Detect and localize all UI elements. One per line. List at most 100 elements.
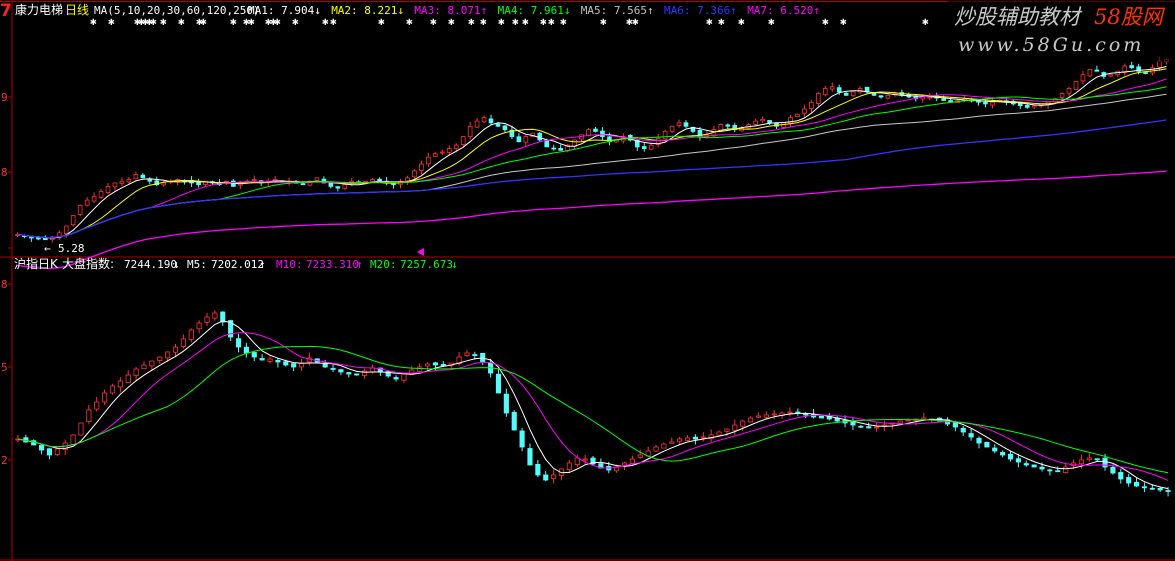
top-candle-body[interactable] <box>558 148 563 151</box>
bottom-candle-body[interactable] <box>716 431 722 436</box>
bottom-candle-body[interactable] <box>818 415 825 419</box>
top-candle-body[interactable] <box>474 120 480 128</box>
bottom-candle-body[interactable] <box>243 346 249 354</box>
top-candle-body[interactable] <box>1108 74 1114 77</box>
bottom-candle-body[interactable] <box>1165 490 1171 492</box>
top-candle-body[interactable] <box>795 113 800 118</box>
bottom-candle-body[interactable] <box>684 437 691 441</box>
top-candle-body[interactable] <box>342 184 348 189</box>
bottom-candle-body[interactable] <box>70 434 76 445</box>
bottom-candle-body[interactable] <box>952 422 958 428</box>
top-candle-body[interactable] <box>641 146 647 149</box>
bottom-candle-body[interactable] <box>960 427 966 433</box>
top-candle-body[interactable] <box>676 122 682 126</box>
top-candle-body[interactable] <box>760 118 765 122</box>
bottom-candle-body[interactable] <box>1031 464 1037 468</box>
bottom-candle-body[interactable] <box>1118 472 1124 480</box>
bottom-candle-body[interactable] <box>519 430 525 448</box>
bottom-candle-body[interactable] <box>133 368 139 376</box>
bottom-candle-body[interactable] <box>732 424 738 431</box>
bottom-candle-body[interactable] <box>354 373 360 376</box>
bottom-candle-body[interactable] <box>109 385 116 394</box>
bottom-candle-body[interactable] <box>740 420 746 427</box>
bottom-candle-body[interactable] <box>747 417 754 423</box>
bottom-candle-body[interactable] <box>503 393 509 414</box>
stock-name[interactable]: 康力电梯 <box>15 2 63 17</box>
bottom-candle-body[interactable] <box>291 363 297 368</box>
top-candle-body[interactable] <box>983 101 988 105</box>
bottom-candle-body[interactable] <box>401 373 407 381</box>
bottom-candle-body[interactable] <box>94 401 100 410</box>
bottom-candle-body[interactable] <box>763 414 769 418</box>
top-candle-body[interactable] <box>98 191 104 198</box>
top-candle-body[interactable] <box>251 179 257 181</box>
bottom-candle-body[interactable] <box>543 474 549 481</box>
top-candle-body[interactable] <box>412 170 417 178</box>
top-candle-body[interactable] <box>314 177 320 181</box>
bottom-candle-body[interactable] <box>1047 469 1053 472</box>
bottom-candle-body[interactable] <box>283 361 289 366</box>
bottom-candle-body[interactable] <box>629 458 635 464</box>
bottom-candle-body[interactable] <box>102 392 108 403</box>
top-candle-body[interactable] <box>328 182 334 187</box>
top-candle-body[interactable] <box>516 136 522 143</box>
bottom-candle-body[interactable] <box>212 312 218 319</box>
top-candle-body[interactable] <box>586 129 591 136</box>
top-candle-body[interactable] <box>836 87 842 93</box>
top-candle-body[interactable] <box>725 124 731 127</box>
bottom-candle-body[interactable] <box>393 377 399 380</box>
top-candle-body[interactable] <box>1031 105 1037 108</box>
bottom-candle-body[interactable] <box>464 352 470 356</box>
bottom-candle-body[interactable] <box>968 433 974 438</box>
bottom-candle-body[interactable] <box>1149 487 1155 490</box>
bottom-candle-body[interactable] <box>275 359 281 363</box>
top-candle-body[interactable] <box>1129 65 1135 69</box>
stock-chart-canvas[interactable]: 7 9 8 8 5 2 ← 5.28 康力电梯 日线 MA(5,10,20,30… <box>0 0 1175 561</box>
top-candle-body[interactable] <box>495 123 501 127</box>
bottom-candle-body[interactable] <box>677 438 683 443</box>
bottom-candle-body[interactable] <box>653 446 659 452</box>
top-candle-body[interactable] <box>70 215 76 226</box>
bottom-candle-body[interactable] <box>661 443 667 449</box>
top-candle-body[interactable] <box>502 125 508 131</box>
top-candle-body[interactable] <box>91 196 97 202</box>
bottom-candle-body[interactable] <box>417 366 423 372</box>
bottom-candle-body[interactable] <box>1015 458 1021 463</box>
bottom-candle-body[interactable] <box>535 463 541 476</box>
bottom-candle-body[interactable] <box>346 372 352 375</box>
top-candle-body[interactable] <box>767 120 772 124</box>
top-candle-body[interactable] <box>460 136 466 145</box>
bottom-candle-body[interactable] <box>700 436 706 439</box>
top-candle-body[interactable] <box>1066 88 1072 94</box>
top-candle-body[interactable] <box>523 136 529 143</box>
bottom-candle-body[interactable] <box>1141 486 1147 489</box>
bottom-candle-body[interactable] <box>141 364 147 370</box>
top-candle-body[interactable] <box>816 93 821 104</box>
top-candle-body[interactable] <box>593 128 598 132</box>
bottom-candle-body[interactable] <box>330 368 336 370</box>
top-candle-body[interactable] <box>453 144 459 149</box>
bottom-candle-body[interactable] <box>1063 466 1069 473</box>
bottom-candle-body[interactable] <box>180 338 186 347</box>
bottom-candle-body[interactable] <box>787 411 793 414</box>
bottom-candle-body[interactable] <box>921 417 927 420</box>
bottom-candle-body[interactable] <box>1126 477 1132 484</box>
bottom-candle-body[interactable] <box>755 415 761 418</box>
top-candle-body[interactable] <box>537 132 543 141</box>
bottom-candle-body[interactable] <box>1078 459 1084 465</box>
bottom-candle-body[interactable] <box>188 329 194 340</box>
bottom-candle-body[interactable] <box>551 474 557 479</box>
bottom-candle-body[interactable] <box>149 360 155 367</box>
top-candle-body[interactable] <box>1143 72 1148 74</box>
top-candle-body[interactable] <box>941 98 946 101</box>
bottom-candle-body[interactable] <box>866 426 872 429</box>
bottom-candle-body[interactable] <box>1039 466 1045 470</box>
top-candle-body[interactable] <box>439 151 445 154</box>
bottom-candle-body[interactable] <box>637 454 643 458</box>
top-candle-body[interactable] <box>405 177 410 182</box>
top-candle-body[interactable] <box>648 144 654 150</box>
top-candle-body[interactable] <box>1087 69 1093 77</box>
bottom-candle-body[interactable] <box>432 362 439 366</box>
top-candle-body[interactable] <box>36 237 41 240</box>
bottom-candle-body[interactable] <box>669 441 675 444</box>
